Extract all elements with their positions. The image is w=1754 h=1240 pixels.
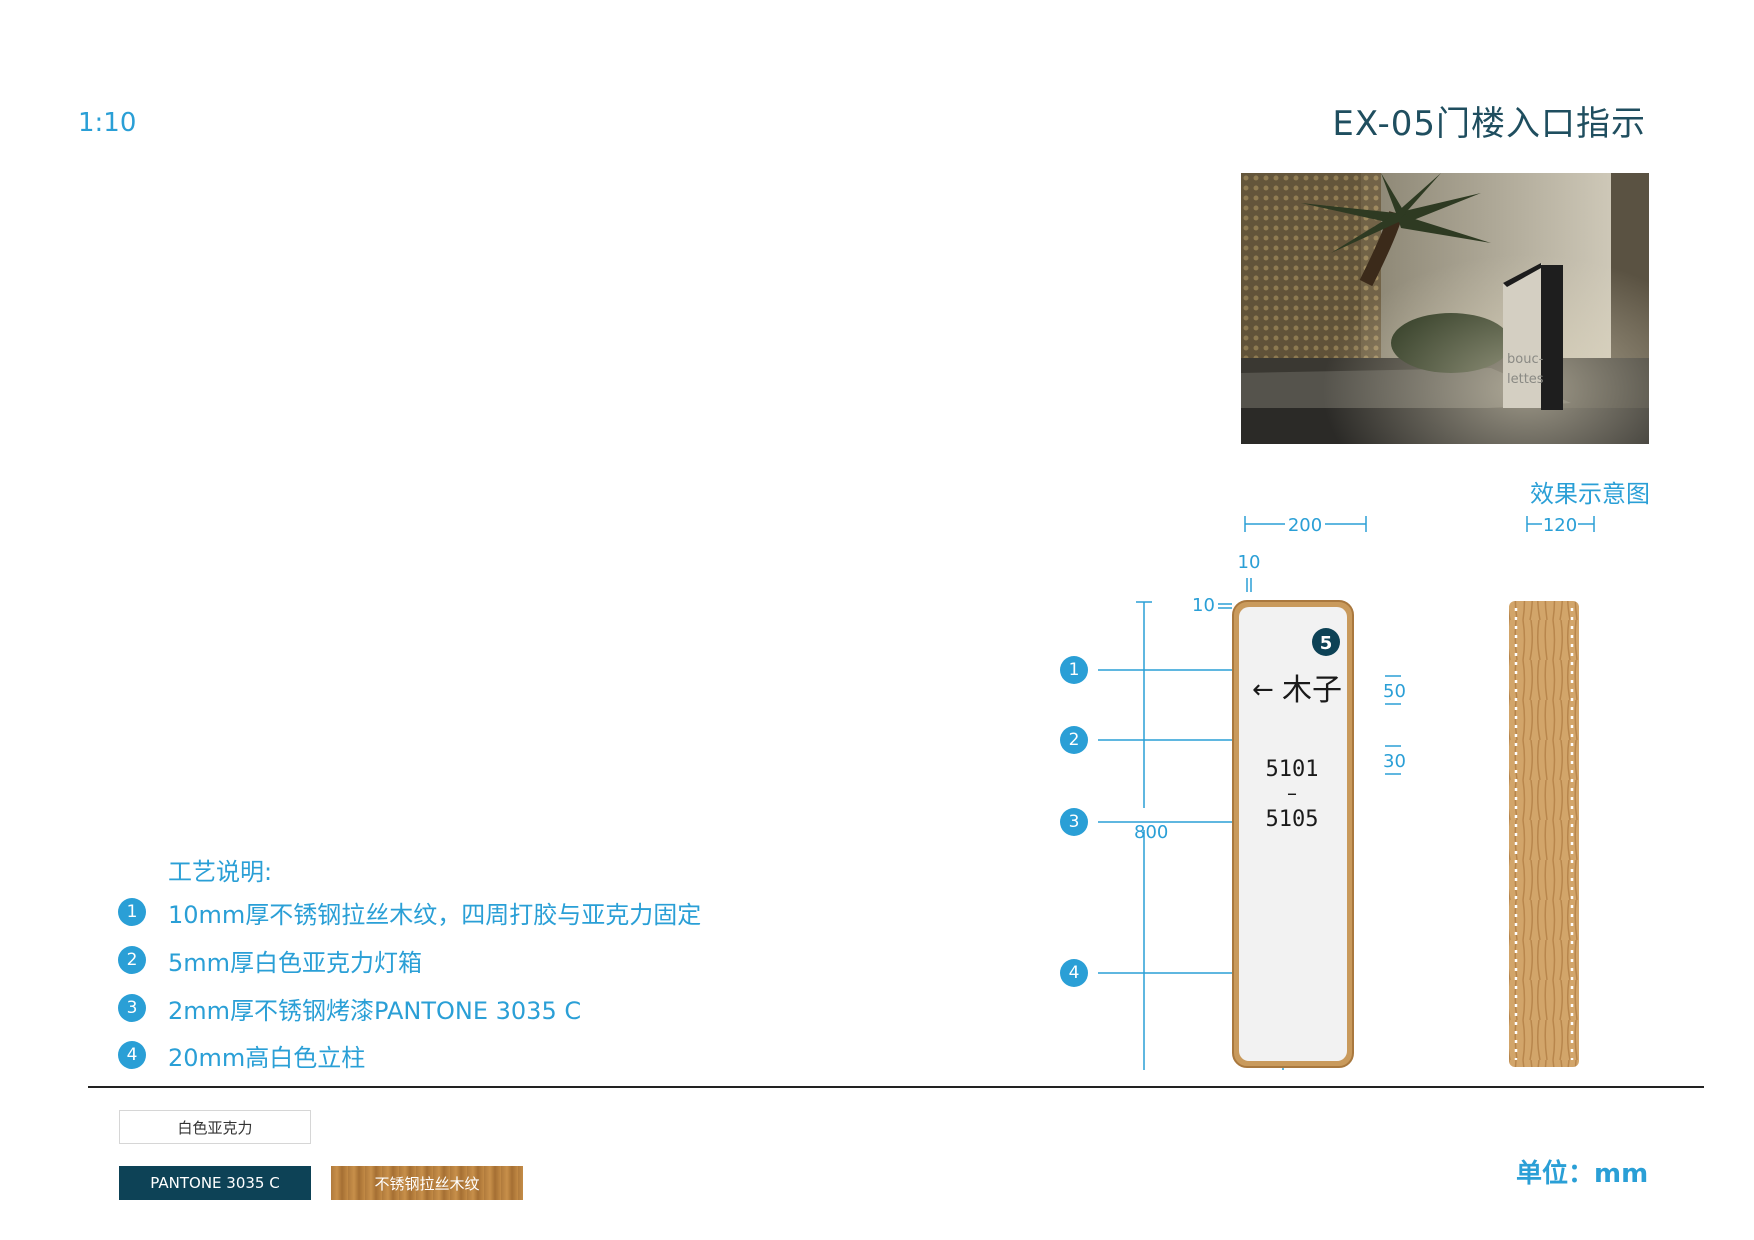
note-number-icon: 1: [118, 898, 146, 926]
swatch-white-acrylic: 白色亚克力: [119, 1110, 311, 1144]
craft-note-2: 2 5mm厚白色亚克力灯箱: [118, 945, 423, 977]
left-arrow-icon: ←: [1252, 675, 1274, 705]
dim-top-gap: 10: [1238, 552, 1261, 573]
note-text: 5mm厚白色亚克力灯箱: [168, 948, 423, 977]
dim-text-h2: 30: [1383, 751, 1406, 772]
swatch-pantone: PANTONE 3035 C: [119, 1166, 311, 1200]
dim-side-gap: 10: [1192, 595, 1215, 616]
sign-dash: –: [1287, 781, 1297, 805]
badge-number: 5: [1320, 633, 1333, 654]
craft-note-4: 4 20mm高白色立柱: [118, 1040, 366, 1072]
craft-title: 工艺说明:: [168, 858, 273, 886]
note-text: 10mm厚不锈钢拉丝木纹，四周打胶与亚克力固定: [168, 900, 702, 929]
callout-4: 4: [1060, 959, 1088, 987]
scale-label: 1:10: [78, 108, 137, 138]
note-number-icon: 4: [118, 1041, 146, 1069]
dim-side-width: 120: [1543, 515, 1577, 536]
note-text: 2mm厚不锈钢烤漆PANTONE 3035 C: [168, 996, 582, 1025]
note-number-icon: 3: [118, 994, 146, 1022]
unit-label: 单位：mm: [1516, 1159, 1649, 1189]
effect-photo: bouc- lettes: [1241, 173, 1649, 444]
sign-elevation-drawing: 5 ← 木子 5101 – 5105 200 120 10 10 800 50 …: [1098, 515, 1595, 1070]
dim-text-h1: 50: [1383, 681, 1406, 702]
dim-height: 800: [1134, 822, 1168, 843]
sign-room-start: 5101: [1266, 757, 1319, 782]
callout-2: 2: [1060, 726, 1088, 754]
side-wood-panel: [1509, 601, 1579, 1067]
note-text: 20mm高白色立柱: [168, 1043, 366, 1072]
page-title: EX-05门楼入口指示: [1332, 104, 1646, 144]
note-number-icon: 2: [118, 946, 146, 974]
callout-3: 3: [1060, 808, 1088, 836]
sign-room-end: 5105: [1266, 807, 1319, 832]
craft-note-3: 3 2mm厚不锈钢烤漆PANTONE 3035 C: [118, 993, 582, 1025]
sign-name: 木子: [1282, 673, 1342, 708]
photo-sign-text-2: lettes: [1507, 372, 1544, 387]
callout-1: 1: [1060, 656, 1088, 684]
photo-sign-text-1: bouc-: [1507, 352, 1544, 367]
ground-line: [88, 1086, 1704, 1088]
swatch-wood-steel: 不锈钢拉丝木纹: [331, 1166, 523, 1200]
dim-front-width: 200: [1288, 515, 1322, 536]
craft-note-1: 1 10mm厚不锈钢拉丝木纹，四周打胶与亚克力固定: [118, 897, 702, 929]
